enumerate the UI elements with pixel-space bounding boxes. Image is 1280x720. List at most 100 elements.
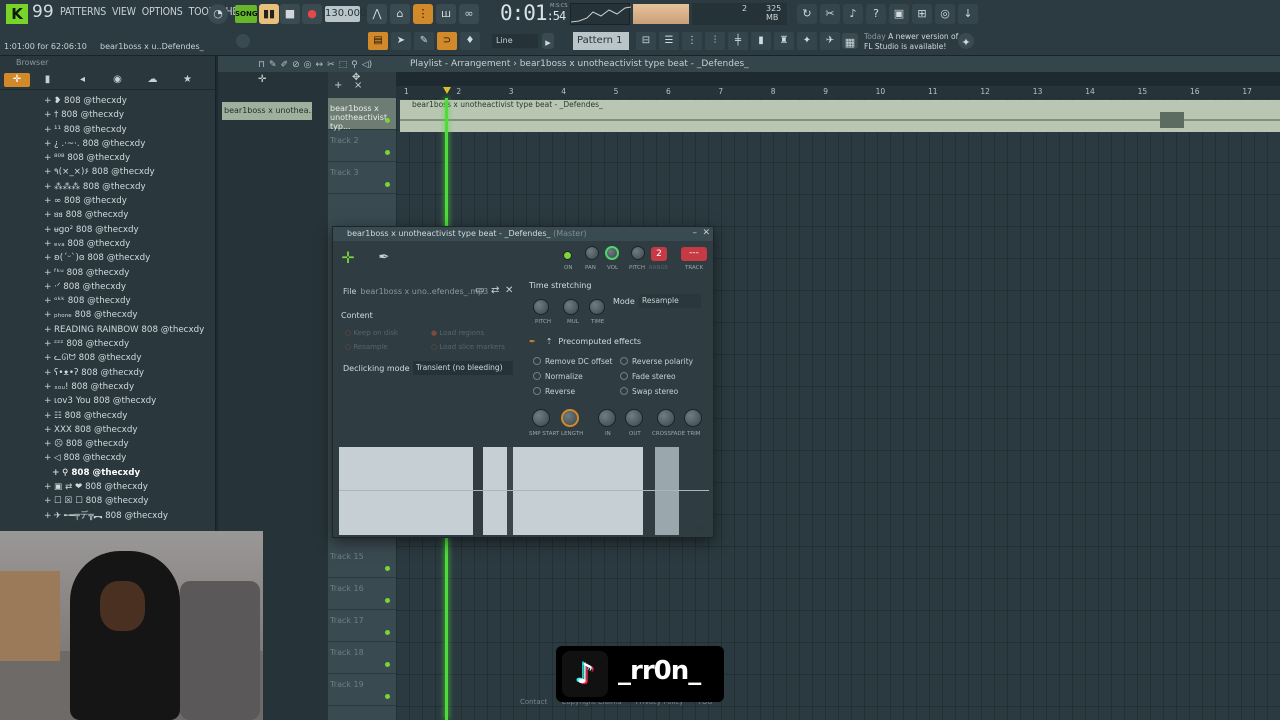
- channel-title[interactable]: bear1boss x unotheactivist type beat - _…: [333, 227, 713, 241]
- tree-item[interactable]: + ʚ(ˊᵕˋ)ɞ 808 @thecxdy: [0, 251, 215, 265]
- tree-item[interactable]: + ☹ 808 @thecxdy: [0, 437, 215, 451]
- close-icon[interactable]: ✕: [702, 228, 710, 238]
- pl-play-icon[interactable]: ◁): [362, 57, 372, 73]
- tree-item[interactable]: + ιᴏᴠ3 You 808 @thecxdy: [0, 394, 215, 408]
- pattern-prev-icon[interactable]: ▸: [542, 33, 554, 49]
- tree-item[interactable]: + ᶻᶻᶻ 808 @thecxdy: [0, 337, 215, 351]
- save-icon[interactable]: ▣: [889, 4, 909, 24]
- tree-item[interactable]: + † 808 @thecxdy: [0, 108, 215, 122]
- pl-mute-icon[interactable]: ◎: [304, 57, 312, 73]
- playhead-marker[interactable]: [443, 87, 451, 94]
- playlist-move-icon[interactable]: ✥: [352, 72, 360, 83]
- tree-item[interactable]: + ▣ ⇄ ❤ 808 @thecxdy: [0, 480, 215, 494]
- tree-item[interactable]: + ₚₕₒₙₑ 808 @thecxdy: [0, 308, 215, 322]
- tree-item[interactable]: + ⁂⁂⁂ 808 @thecxdy: [0, 180, 215, 194]
- reverse-polarity[interactable]: Reverse polarity: [620, 357, 693, 366]
- clear-file-icon[interactable]: ✕: [505, 285, 513, 296]
- track-16-header[interactable]: Track 16: [328, 578, 396, 610]
- reverse[interactable]: Reverse: [533, 387, 575, 396]
- on-led[interactable]: [563, 251, 572, 260]
- pl-brush-icon[interactable]: ✐: [281, 57, 289, 73]
- track-led[interactable]: [385, 182, 390, 187]
- pattern-chip[interactable]: bear1boss x unothea...: [222, 102, 312, 120]
- browser-tab-all[interactable]: ✛: [4, 72, 30, 87]
- tree-item-selected[interactable]: + ⚲ 808 @thecxdy: [0, 466, 215, 480]
- in-knob[interactable]: [598, 409, 616, 427]
- sample-waveform[interactable]: 16: [339, 447, 709, 535]
- tree-item[interactable]: + ☷ 808 @thecxdy: [0, 409, 215, 423]
- wrench-icon[interactable]: ✦: [797, 32, 817, 50]
- track-19-header[interactable]: Track 19: [328, 674, 396, 706]
- ts-pitch-knob[interactable]: [533, 299, 549, 315]
- news-icon[interactable]: ▦: [842, 33, 858, 49]
- browser-tab-speaker-icon[interactable]: ◂: [65, 74, 100, 85]
- out-knob[interactable]: [625, 409, 643, 427]
- tree-item[interactable]: + ᵒᵏᵏ 808 @thecxdy: [0, 294, 215, 308]
- tree-item[interactable]: + ·ᐟ 808 @thecxdy: [0, 280, 215, 294]
- song-mode-button[interactable]: SONG: [235, 5, 258, 23]
- pl-select-icon[interactable]: ⬚: [339, 57, 348, 73]
- resample-option[interactable]: ○ Resample: [345, 343, 388, 351]
- snap-select[interactable]: Line: [492, 34, 538, 48]
- menu-options[interactable]: OPTIONS: [142, 6, 183, 18]
- tree-item[interactable]: + ∞ 808 @thecxdy: [0, 194, 215, 208]
- tree-item[interactable]: + ʕ•ᴥ•ʔ 808 @thecxdy: [0, 366, 215, 380]
- cut-icon[interactable]: ✂: [820, 4, 840, 24]
- arrow-icon[interactable]: ➤: [391, 32, 411, 50]
- tree-item[interactable]: + ᓚᘏᗢ 808 @thecxdy: [0, 351, 215, 365]
- browser-tab-plugins-icon[interactable]: ◉: [100, 74, 135, 85]
- pl-zoom-icon[interactable]: ⚲: [351, 57, 358, 73]
- crossfade-knob[interactable]: [657, 409, 675, 427]
- ts-mul-knob[interactable]: [563, 299, 579, 315]
- record-button[interactable]: ●: [302, 4, 322, 24]
- pl-slice-icon[interactable]: ✂: [327, 57, 335, 73]
- pl-delete-icon[interactable]: ⊘: [292, 57, 300, 73]
- magnet-icon[interactable]: ⊃: [437, 32, 457, 50]
- sample-tab-icon[interactable]: ✛: [337, 247, 359, 269]
- help-icon[interactable]: ?: [866, 4, 886, 24]
- pencil-icon[interactable]: ✎: [414, 32, 434, 50]
- ts-time-knob[interactable]: [589, 299, 605, 315]
- mixer-icon[interactable]: ⊟: [636, 32, 656, 50]
- faders-icon[interactable]: ╪: [728, 32, 748, 50]
- remove-dc-offset[interactable]: Remove DC offset: [533, 357, 612, 366]
- pan-knob[interactable]: [585, 246, 599, 260]
- tree-item[interactable]: + ☐ ☒ ☐ 808 @thecxdy: [0, 494, 215, 508]
- track-1-header[interactable]: bear1boss x unotheactivist typ...: [328, 98, 396, 131]
- pause-button[interactable]: ▮▮: [259, 4, 279, 24]
- eq-icon[interactable]: ⫶: [705, 32, 725, 50]
- render-icon[interactable]: ⊞: [912, 4, 932, 24]
- pitch-knob[interactable]: [631, 246, 645, 260]
- news-panel[interactable]: Today A newer version of FL Studio is av…: [864, 32, 958, 52]
- cpu-icon[interactable]: ◔: [208, 4, 228, 24]
- stop-button[interactable]: ■: [280, 4, 300, 24]
- track-led[interactable]: [385, 598, 390, 603]
- misc-tab-icon[interactable]: ✒: [373, 247, 395, 269]
- tree-item[interactable]: + ❥ 808 @thecxdy: [0, 94, 215, 108]
- precomputed-arrow-icon[interactable]: ⇡: [546, 337, 553, 346]
- tree-item[interactable]: +٩(×_×)۶ 808 @thecxdy: [0, 165, 215, 179]
- settings-icon[interactable]: ✦: [958, 33, 974, 49]
- pl-pencil-icon[interactable]: ✎: [269, 57, 277, 73]
- tree-item[interactable]: + ◁ 808 @thecxdy: [0, 451, 215, 465]
- declicking-select[interactable]: Transient (no bleeding): [413, 361, 513, 375]
- trim-knob[interactable]: [684, 409, 702, 427]
- tree-item[interactable]: + ¹¹ 808 @thecxdy: [0, 123, 215, 137]
- mic-icon[interactable]: ♪: [843, 4, 863, 24]
- tempo-display[interactable]: 130.000: [325, 6, 366, 22]
- pattern-add-icon[interactable]: ✛: [258, 74, 266, 85]
- track-3-header[interactable]: Track 3: [328, 162, 396, 194]
- browser-tab-cloud-icon[interactable]: ☁: [135, 74, 170, 85]
- menu-view[interactable]: VIEW: [112, 6, 136, 18]
- wait-icon[interactable]: ⌂: [390, 4, 410, 24]
- tree-item[interactable]: + ✈ ╾━╤デ╦︻ 808 @thecxdy: [0, 509, 215, 523]
- length-knob[interactable]: [561, 409, 579, 427]
- metronome-icon[interactable]: ⋀: [367, 4, 387, 24]
- swap-stereo[interactable]: Swap stereo: [620, 387, 678, 396]
- track-18-header[interactable]: Track 18: [328, 642, 396, 674]
- track-led[interactable]: [385, 150, 390, 155]
- range-value[interactable]: 2: [651, 247, 667, 261]
- folder-icon[interactable]: ▭: [475, 285, 484, 296]
- undo-icon[interactable]: ↻: [797, 4, 817, 24]
- mode-select[interactable]: Resample: [639, 294, 701, 308]
